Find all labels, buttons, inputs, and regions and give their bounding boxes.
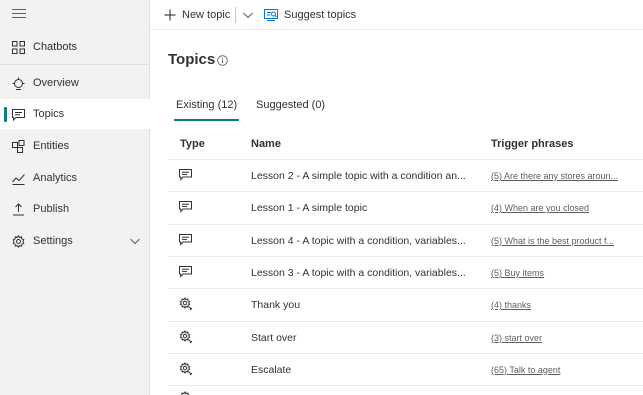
sidebar-divider [0,64,150,65]
sidebar-item-label: Publish [33,203,70,215]
toolbar-divider [235,7,236,23]
topic-name[interactable]: Lesson 1 - A simple topic [251,202,367,214]
trigger-phrases-link[interactable]: (4) thanks [491,300,531,310]
info-icon[interactable] [217,53,228,71]
grid-icon [11,40,25,54]
topic-name[interactable]: Lesson 2 - A simple topic with a conditi… [251,170,466,182]
sidebar-item-entities[interactable]: Entities [0,131,150,161]
table-row[interactable]: Thank you (4) thanks [168,288,643,320]
gear-icon [11,234,25,248]
column-header-type[interactable]: Type [180,138,205,150]
table-row[interactable]: Lesson 4 - A topic with a condition, var… [168,223,643,256]
plus-icon [164,9,176,21]
page-title: Topics [168,51,216,68]
tab-label: Existing (12) [176,99,238,111]
trigger-phrases-link[interactable]: (5) Are there any stores aroun... [491,171,618,181]
table-row[interactable]: Start over (3) start over [168,320,643,353]
system-topic-icon [179,391,193,395]
sidebar: Chatbots Overview Topics Entities Analyt… [0,0,150,395]
hamburger-menu-icon[interactable] [12,9,26,21]
sidebar-item-chatbots[interactable]: Chatbots [0,32,150,62]
topic-name[interactable]: Escalate [251,364,291,376]
sidebar-item-label: Entities [33,140,70,152]
analytics-icon [11,171,25,185]
new-topic-dropdown-button[interactable] [243,7,253,23]
sidebar-item-label: Settings [33,235,73,247]
suggest-topics-icon [264,9,278,21]
topic-name[interactable]: Thank you [251,299,300,311]
table-row[interactable]: Lesson 3 - A topic with a condition, var… [168,255,643,288]
topic-name[interactable]: Lesson 3 - A topic with a condition, var… [251,267,466,279]
upload-icon [11,202,25,216]
sidebar-item-overview[interactable]: Overview [0,68,150,98]
chevron-down-icon [243,12,253,19]
bot-icon [11,76,25,90]
trigger-phrases-link[interactable]: (5) What is the best product f... [491,236,614,246]
system-topic-icon [179,329,193,349]
command-bar: New topic Suggest topics [151,0,643,30]
column-header-name[interactable]: Name [251,138,281,150]
topic-name[interactable]: Start over [251,332,297,344]
chat-icon [179,200,192,218]
system-topic-icon [179,297,193,316]
new-topic-button[interactable]: New topic [164,7,230,23]
table-row[interactable]: Lesson 2 - A simple topic with a conditi… [168,159,643,191]
sidebar-item-label: Analytics [33,172,78,184]
table-row[interactable]: Lesson 1 - A simple topic (4) When are yo… [168,191,643,223]
trigger-phrases-link[interactable]: (65) Talk to agent [491,365,560,375]
chat-icon [179,265,192,283]
sidebar-item-topics[interactable]: Topics [0,99,150,129]
chevron-down-icon[interactable] [130,236,140,248]
table-row[interactable] [168,385,643,395]
trigger-phrases-link[interactable]: (5) Buy items [491,268,544,278]
sidebar-item-label: Topics [33,108,65,120]
chat-icon [11,107,25,121]
new-topic-label: New topic [182,9,231,21]
column-header-trigger-phrases[interactable]: Trigger phrases [491,138,574,150]
sidebar-item-label: Overview [33,77,79,89]
suggest-topics-label: Suggest topics [284,9,357,21]
sidebar-item-settings[interactable]: Settings [0,226,150,256]
table-row[interactable]: Escalate (65) Talk to agent [168,352,643,385]
chat-icon [179,233,192,251]
sidebar-item-label: Chatbots [33,41,78,53]
trigger-phrases-link[interactable]: (3) start over [491,333,542,343]
tab-existing[interactable]: Existing (12) [173,99,240,121]
system-topic-icon [179,361,193,381]
sidebar-item-analytics[interactable]: Analytics [0,163,150,193]
entities-icon [11,139,25,153]
sidebar-item-publish[interactable]: Publish [0,194,150,224]
suggest-topics-button[interactable]: Suggest topics [264,7,356,23]
topic-name[interactable]: Lesson 4 - A topic with a condition, var… [251,235,466,247]
chat-icon [179,168,192,186]
trigger-phrases-link[interactable]: (4) When are you closed [491,203,589,213]
tab-label: Suggested (0) [256,99,326,111]
tab-suggested[interactable]: Suggested (0) [256,99,325,121]
